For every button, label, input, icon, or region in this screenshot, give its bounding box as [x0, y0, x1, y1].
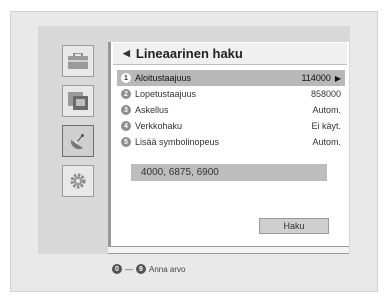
settings-list: 1 Aloitustaajuus 114000 ▶ 2 Lopetustaaju… [117, 70, 345, 150]
sidebar-item-settings[interactable] [62, 165, 94, 197]
menu-row-step[interactable]: 3 Askellus Autom. [117, 102, 345, 118]
row-value: 114000 [301, 73, 331, 83]
back-arrow-icon[interactable]: ◀ [123, 48, 130, 59]
panel-bottom-strip [108, 246, 349, 254]
row-label: Verkkohaku [135, 121, 183, 131]
key-9-icon: 9 [136, 264, 146, 274]
number-badge: 1 [121, 73, 131, 83]
briefcase-icon [68, 53, 88, 69]
folder-icon [68, 92, 88, 110]
row-value: Autom. [312, 105, 341, 115]
menu-row-start-frequency[interactable]: 1 Aloitustaajuus 114000 ▶ [117, 70, 345, 86]
menu-row-add-symbol-rate[interactable]: 5 Lisää symbolinopeus Autom. [117, 134, 345, 150]
chevron-right-icon: ▶ [334, 73, 341, 83]
menu-row-end-frequency[interactable]: 2 Lopetustaajuus 858000 [117, 86, 345, 102]
satellite-dish-icon [70, 134, 84, 150]
row-value: Autom. [312, 137, 341, 147]
key-0-icon: 0 [112, 264, 122, 274]
row-label: Askellus [135, 105, 169, 115]
panel-title: Lineaarinen haku [135, 46, 243, 61]
row-label: Lisää symbolinopeus [135, 137, 220, 147]
symbol-rate-field[interactable]: 4000, 6875, 6900 [131, 164, 327, 181]
row-label: Aloitustaajuus [135, 73, 192, 83]
sidebar-item-folder[interactable] [62, 85, 94, 117]
menu-row-network-search[interactable]: 4 Verkkohaku Ei käyt. [117, 118, 345, 134]
row-value: Ei käyt. [311, 121, 341, 131]
row-label: Lopetustaajuus [135, 89, 197, 99]
row-value: 858000 [310, 89, 341, 99]
number-badge: 5 [121, 137, 131, 147]
number-badge: 2 [121, 89, 131, 99]
key-hint: 0 — 9 Anna arvo [112, 264, 185, 274]
settings-gear-icon [70, 173, 86, 189]
number-badge: 3 [121, 105, 131, 115]
hint-text: Anna arvo [149, 264, 186, 274]
number-badge: 4 [121, 121, 131, 131]
linear-search-panel: ◀ Lineaarinen haku 1 Aloitustaajuus 1140… [108, 42, 349, 254]
hint-dash: — [125, 264, 133, 274]
sidebar-item-briefcase[interactable] [62, 45, 94, 77]
search-button[interactable]: Haku [259, 218, 329, 234]
sidebar [48, 45, 108, 225]
sidebar-item-satellite[interactable] [62, 125, 94, 157]
panel-title-bar: ◀ Lineaarinen haku [113, 43, 347, 65]
